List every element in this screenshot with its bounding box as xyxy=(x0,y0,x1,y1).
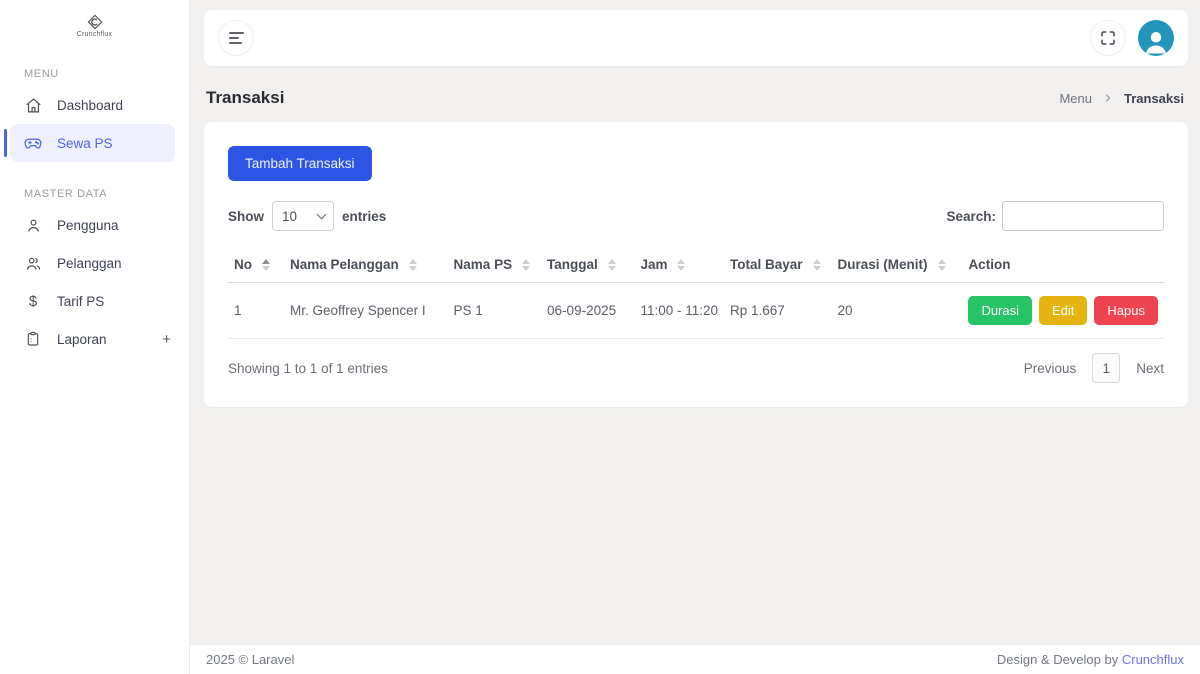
dollar-icon: $ xyxy=(24,292,42,310)
sidebar-toggle-button[interactable] xyxy=(218,20,254,56)
hamburger-icon xyxy=(229,32,244,44)
tambah-transaksi-button[interactable]: Tambah Transaksi xyxy=(228,146,372,181)
transaksi-table: No Nama Pelanggan Nama PS Tanggal Jam To… xyxy=(228,247,1164,339)
table-controls: Show 10 entries Search: xyxy=(228,201,1164,231)
copyright-text: 2025 © Laravel xyxy=(206,652,294,667)
person-icon xyxy=(1141,26,1171,56)
search-label: Search: xyxy=(946,209,996,224)
table-footer: Showing 1 to 1 of 1 entries Previous 1 N… xyxy=(228,353,1164,383)
sort-icon xyxy=(813,259,821,271)
sidebar-item-tarif-ps[interactable]: $ Tarif PS xyxy=(0,282,189,320)
hapus-button[interactable]: Hapus xyxy=(1094,296,1158,325)
clipboard-icon xyxy=(24,330,42,348)
previous-page-link[interactable]: Previous xyxy=(1024,361,1077,376)
gamepad-icon xyxy=(24,134,42,152)
sidebar-item-pengguna[interactable]: Pengguna xyxy=(0,206,189,244)
sidebar-item-label: Pengguna xyxy=(57,218,119,233)
sidebar-item-label: Dashboard xyxy=(57,98,123,113)
topbar xyxy=(204,10,1188,66)
sidebar-item-sewa-ps[interactable]: Sewa PS xyxy=(10,124,175,162)
page-size-control: Show 10 entries xyxy=(228,201,386,231)
page-footer: 2025 © Laravel Design & Develop by Crunc… xyxy=(190,644,1200,674)
column-header-nama-ps[interactable]: Nama PS xyxy=(448,247,542,283)
show-label: Show xyxy=(228,209,264,224)
transaksi-card: Tambah Transaksi Show 10 entries Search:… xyxy=(204,122,1188,407)
sidebar-item-label: Sewa PS xyxy=(57,136,113,151)
table-row: 1 Mr. Geoffrey Spencer I PS 1 06-09-2025… xyxy=(228,283,1164,339)
sort-icon xyxy=(677,259,685,271)
sidebar-item-label: Laporan xyxy=(57,332,107,347)
column-header-no[interactable]: No xyxy=(228,247,284,283)
column-header-jam[interactable]: Jam xyxy=(634,247,724,283)
table-header-row: No Nama Pelanggan Nama PS Tanggal Jam To… xyxy=(228,247,1164,283)
search-input[interactable] xyxy=(1002,201,1164,231)
durasi-button[interactable]: Durasi xyxy=(968,296,1032,325)
sort-icon xyxy=(608,259,616,271)
cell-total-bayar: Rp 1.667 xyxy=(724,283,832,339)
sidebar-item-dashboard[interactable]: Dashboard xyxy=(0,86,189,124)
sort-icon xyxy=(409,259,417,271)
sidebar-item-label: Pelanggan xyxy=(57,256,122,271)
nav-master-data: Pengguna Pelanggan $ Tarif PS Laporan + xyxy=(0,206,189,358)
plus-icon[interactable]: + xyxy=(162,332,171,347)
sidebar-item-laporan[interactable]: Laporan + xyxy=(0,320,189,358)
column-header-durasi[interactable]: Durasi (Menit) xyxy=(832,247,963,283)
row-actions: Durasi Edit Hapus xyxy=(968,296,1158,325)
sort-icon xyxy=(938,259,946,271)
fullscreen-icon xyxy=(1099,29,1117,47)
content-spacer xyxy=(190,407,1200,644)
crunchflux-logo-icon xyxy=(87,14,103,30)
sidebar-item-pelanggan[interactable]: Pelanggan xyxy=(0,244,189,282)
home-icon xyxy=(24,96,42,114)
cell-nama-pelanggan: Mr. Geoffrey Spencer I xyxy=(284,283,448,339)
cell-no: 1 xyxy=(228,283,284,339)
brand-name: Crunchflux xyxy=(77,31,112,38)
sidebar-item-label: Tarif PS xyxy=(57,294,104,309)
nav-menu: Dashboard Sewa PS xyxy=(0,86,189,162)
page-title: Transaksi xyxy=(206,88,284,108)
crunchflux-link[interactable]: Crunchflux xyxy=(1122,652,1184,667)
search-control: Search: xyxy=(946,201,1164,231)
sidebar: Crunchflux MENU Dashboard Sewa PS MASTER… xyxy=(0,0,190,674)
user-icon xyxy=(24,216,42,234)
users-icon xyxy=(24,254,42,272)
column-header-total-bayar[interactable]: Total Bayar xyxy=(724,247,832,283)
user-avatar[interactable] xyxy=(1138,20,1174,56)
credit-text: Design & Develop by Crunchflux xyxy=(997,652,1184,667)
fullscreen-button[interactable] xyxy=(1090,20,1126,56)
next-page-link[interactable]: Next xyxy=(1136,361,1164,376)
cell-nama-ps: PS 1 xyxy=(448,283,542,339)
column-header-nama-pelanggan[interactable]: Nama Pelanggan xyxy=(284,247,448,283)
pagination: Previous 1 Next xyxy=(1024,353,1164,383)
column-header-action: Action xyxy=(962,247,1164,283)
edit-button[interactable]: Edit xyxy=(1039,296,1087,325)
section-label-menu: MENU xyxy=(0,68,189,80)
sort-icon xyxy=(522,259,530,271)
page-header: Transaksi Menu Transaksi xyxy=(190,66,1200,122)
column-header-tanggal[interactable]: Tanggal xyxy=(541,247,634,283)
sort-icon xyxy=(262,259,270,271)
brand-logo[interactable]: Crunchflux xyxy=(0,0,189,42)
cell-jam: 11:00 - 11:20 xyxy=(634,283,724,339)
page-size-select[interactable]: 10 xyxy=(272,201,334,231)
entries-label: entries xyxy=(342,209,386,224)
page-number-button[interactable]: 1 xyxy=(1092,353,1120,383)
page-size-select-wrap: 10 xyxy=(272,201,334,231)
cell-durasi: 20 xyxy=(832,283,963,339)
breadcrumb-current: Transaksi xyxy=(1124,91,1184,106)
cell-tanggal: 06-09-2025 xyxy=(541,283,634,339)
chevron-right-icon xyxy=(1102,92,1114,104)
breadcrumb: Menu Transaksi xyxy=(1059,91,1184,106)
showing-info: Showing 1 to 1 of 1 entries xyxy=(228,361,388,376)
section-label-master-data: MASTER DATA xyxy=(0,188,189,200)
breadcrumb-parent[interactable]: Menu xyxy=(1059,91,1092,106)
main-area: Transaksi Menu Transaksi Tambah Transaks… xyxy=(190,0,1200,674)
